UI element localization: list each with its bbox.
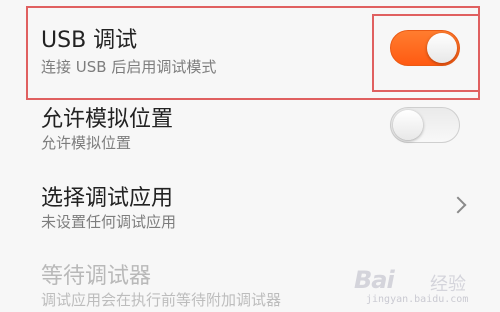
- mock-location-toggle[interactable]: [390, 107, 460, 143]
- setting-subtitle: 调试应用会在执行前等待附加调试器: [41, 291, 282, 309]
- chevron-right-icon: [449, 196, 467, 214]
- setting-row-mock-location[interactable]: 允许模拟位置 允许模拟位置: [0, 103, 500, 167]
- annotation-box-toggle: [372, 14, 480, 92]
- watermark-text: 经验: [430, 274, 466, 295]
- watermark-url: jingyan.baidu.com: [366, 294, 469, 305]
- setting-subtitle: 允许模拟位置: [41, 134, 132, 152]
- setting-title: 等待调试器: [41, 264, 152, 289]
- setting-title: 选择调试应用: [41, 186, 174, 211]
- setting-title: 允许模拟位置: [41, 107, 174, 132]
- setting-row-select-debug-app[interactable]: 选择调试应用 未设置任何调试应用: [0, 166, 500, 247]
- watermark-logo: Bai: [354, 266, 395, 294]
- watermark: Bai 经验 jingyan.baidu.com: [354, 264, 494, 308]
- setting-subtitle: 未设置任何调试应用: [41, 213, 177, 231]
- toggle-knob: [393, 110, 423, 140]
